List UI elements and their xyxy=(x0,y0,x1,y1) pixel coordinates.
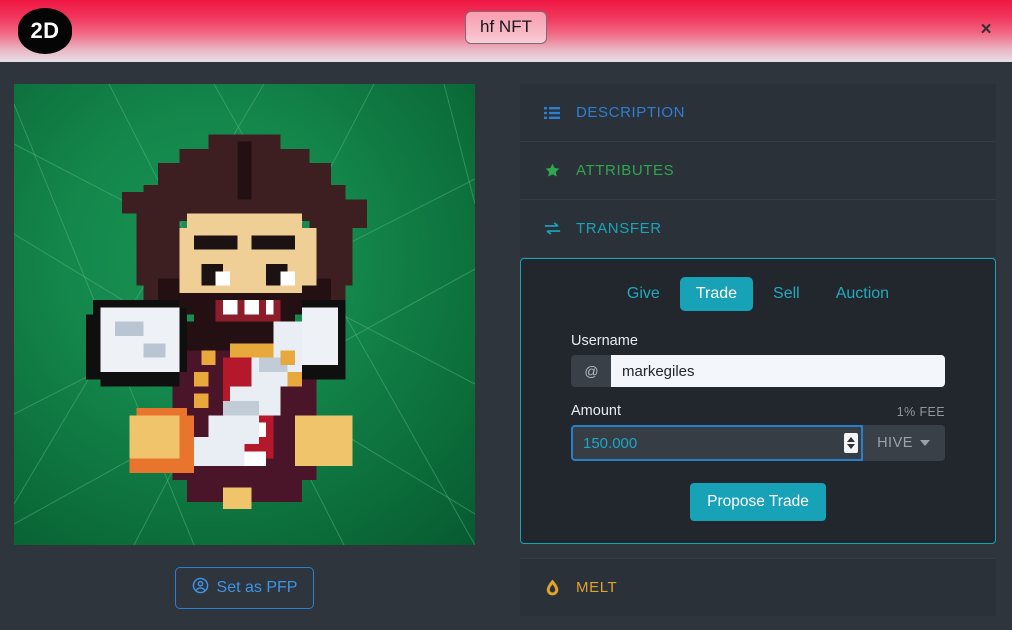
page-title: hf NFT xyxy=(465,11,547,44)
accordion-header-attributes[interactable]: ATTRIBUTES xyxy=(520,142,996,200)
set-as-pfp-button[interactable]: Set as PFP xyxy=(174,567,315,609)
number-spinner-icon[interactable] xyxy=(844,433,858,453)
propose-trade-button[interactable]: Propose Trade xyxy=(690,483,826,521)
amount-input[interactable] xyxy=(571,425,863,461)
transfer-panel: Give Trade Sell Auction Username @ Amoun… xyxy=(520,258,996,544)
artwork-column: Set as PFP xyxy=(0,62,520,630)
tab-trade[interactable]: Trade xyxy=(679,277,754,311)
username-label: Username xyxy=(571,333,638,349)
tab-sell[interactable]: Sell xyxy=(757,277,816,311)
accordion-label-melt: MELT xyxy=(576,579,618,596)
accordion-header-transfer[interactable]: TRANSFER xyxy=(520,200,996,258)
accordion-header-melt[interactable]: MELT xyxy=(520,558,996,616)
username-input-group: @ xyxy=(571,355,945,387)
pixel-character-art xyxy=(14,84,475,545)
set-as-pfp-label: Set as PFP xyxy=(216,579,298,596)
fee-note: 1% FEE xyxy=(896,405,945,419)
amount-label: Amount xyxy=(571,403,621,419)
accordion-label-transfer: TRANSFER xyxy=(576,220,662,237)
tab-give[interactable]: Give xyxy=(611,277,676,311)
accordion-label-attributes: ATTRIBUTES xyxy=(576,162,675,179)
at-symbol-icon: @ xyxy=(571,355,611,387)
currency-select[interactable]: HIVE xyxy=(863,425,945,461)
spinner-down-arrow[interactable] xyxy=(847,444,855,449)
modal-header: 2D hf NFT × xyxy=(0,0,1012,62)
submit-row: Propose Trade xyxy=(571,483,945,521)
nft-artwork xyxy=(14,84,475,545)
spinner-up-arrow[interactable] xyxy=(847,437,855,442)
accordion-header-description[interactable]: DESCRIPTION xyxy=(520,84,996,142)
accordion-label-description: DESCRIPTION xyxy=(576,104,686,121)
star-icon xyxy=(542,162,562,179)
tab-auction[interactable]: Auction xyxy=(820,277,905,311)
chevron-down-icon xyxy=(919,440,930,446)
amount-input-group: HIVE xyxy=(571,425,945,461)
nft-accordion: DESCRIPTION ATTRIBUTES TRANSFER Give Tra… xyxy=(520,84,996,616)
transfer-tabs: Give Trade Sell Auction xyxy=(571,277,945,311)
amount-field-wrap xyxy=(571,425,863,461)
amount-label-row: Amount 1% FEE xyxy=(571,403,945,419)
username-input[interactable] xyxy=(611,355,945,387)
exchange-icon xyxy=(542,221,562,236)
list-ul-icon xyxy=(542,105,562,121)
fire-drop-icon xyxy=(542,579,562,596)
pfp-button-row: Set as PFP xyxy=(14,567,475,609)
close-icon[interactable]: × xyxy=(974,18,998,42)
details-column: DESCRIPTION ATTRIBUTES TRANSFER Give Tra… xyxy=(520,62,1012,630)
user-circle-icon xyxy=(192,577,209,599)
modal-body: Set as PFP DESCRIPTION ATTRIBUTES TRANSF… xyxy=(0,62,1012,630)
currency-label: HIVE xyxy=(877,435,913,451)
mode-badge-2d[interactable]: 2D xyxy=(18,8,72,54)
